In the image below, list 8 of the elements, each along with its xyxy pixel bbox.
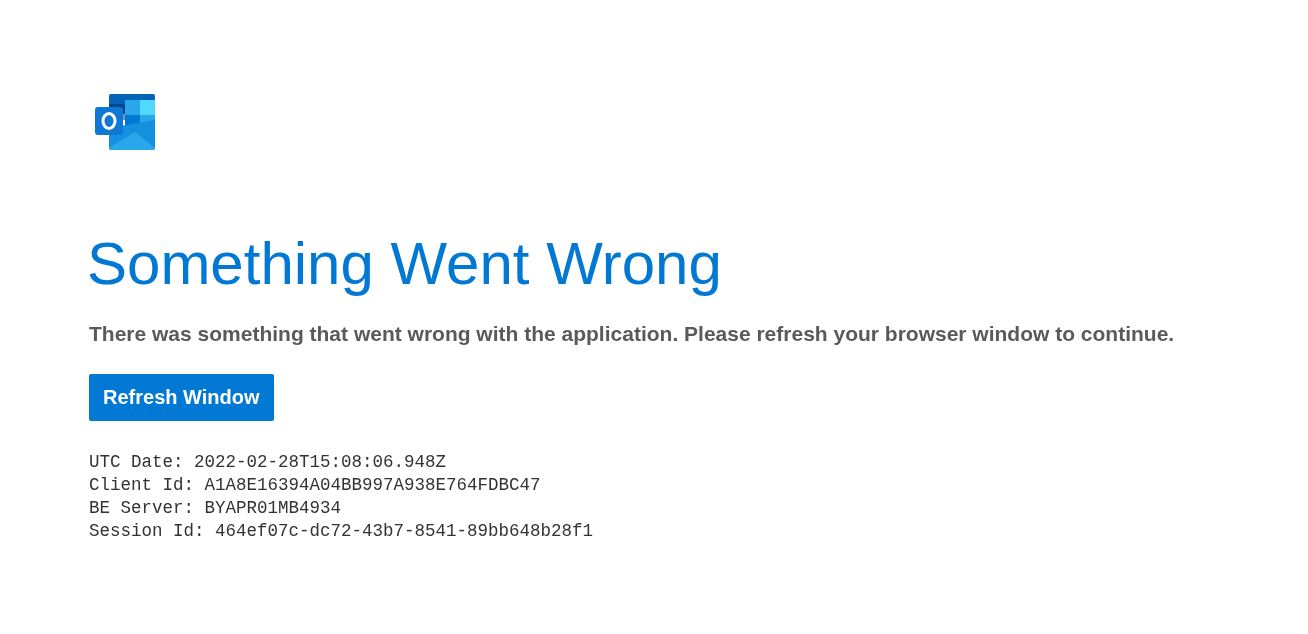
error-title: Something Went Wrong [87, 229, 722, 299]
diagnostic-line: Client Id: A1A8E16394A04BB997A938E764FDBC47 [89, 474, 542, 497]
diagnostic-line: Session Id: 464ef07c-dc72-43b7-8541-89bb648b28f1 [89, 520, 594, 543]
error-message: There was something that went wrong with the application. Please refresh your browser window to continue. [89, 322, 1175, 346]
outlook-logo [95, 94, 157, 150]
refresh-window-button[interactable]: Refresh Window [89, 374, 274, 421]
diagnostic-line: UTC Date: 2022-02-28T15:08:06.948Z [89, 451, 448, 474]
diagnostic-line: BE Server: BYAPR01MB4934 [89, 497, 343, 520]
